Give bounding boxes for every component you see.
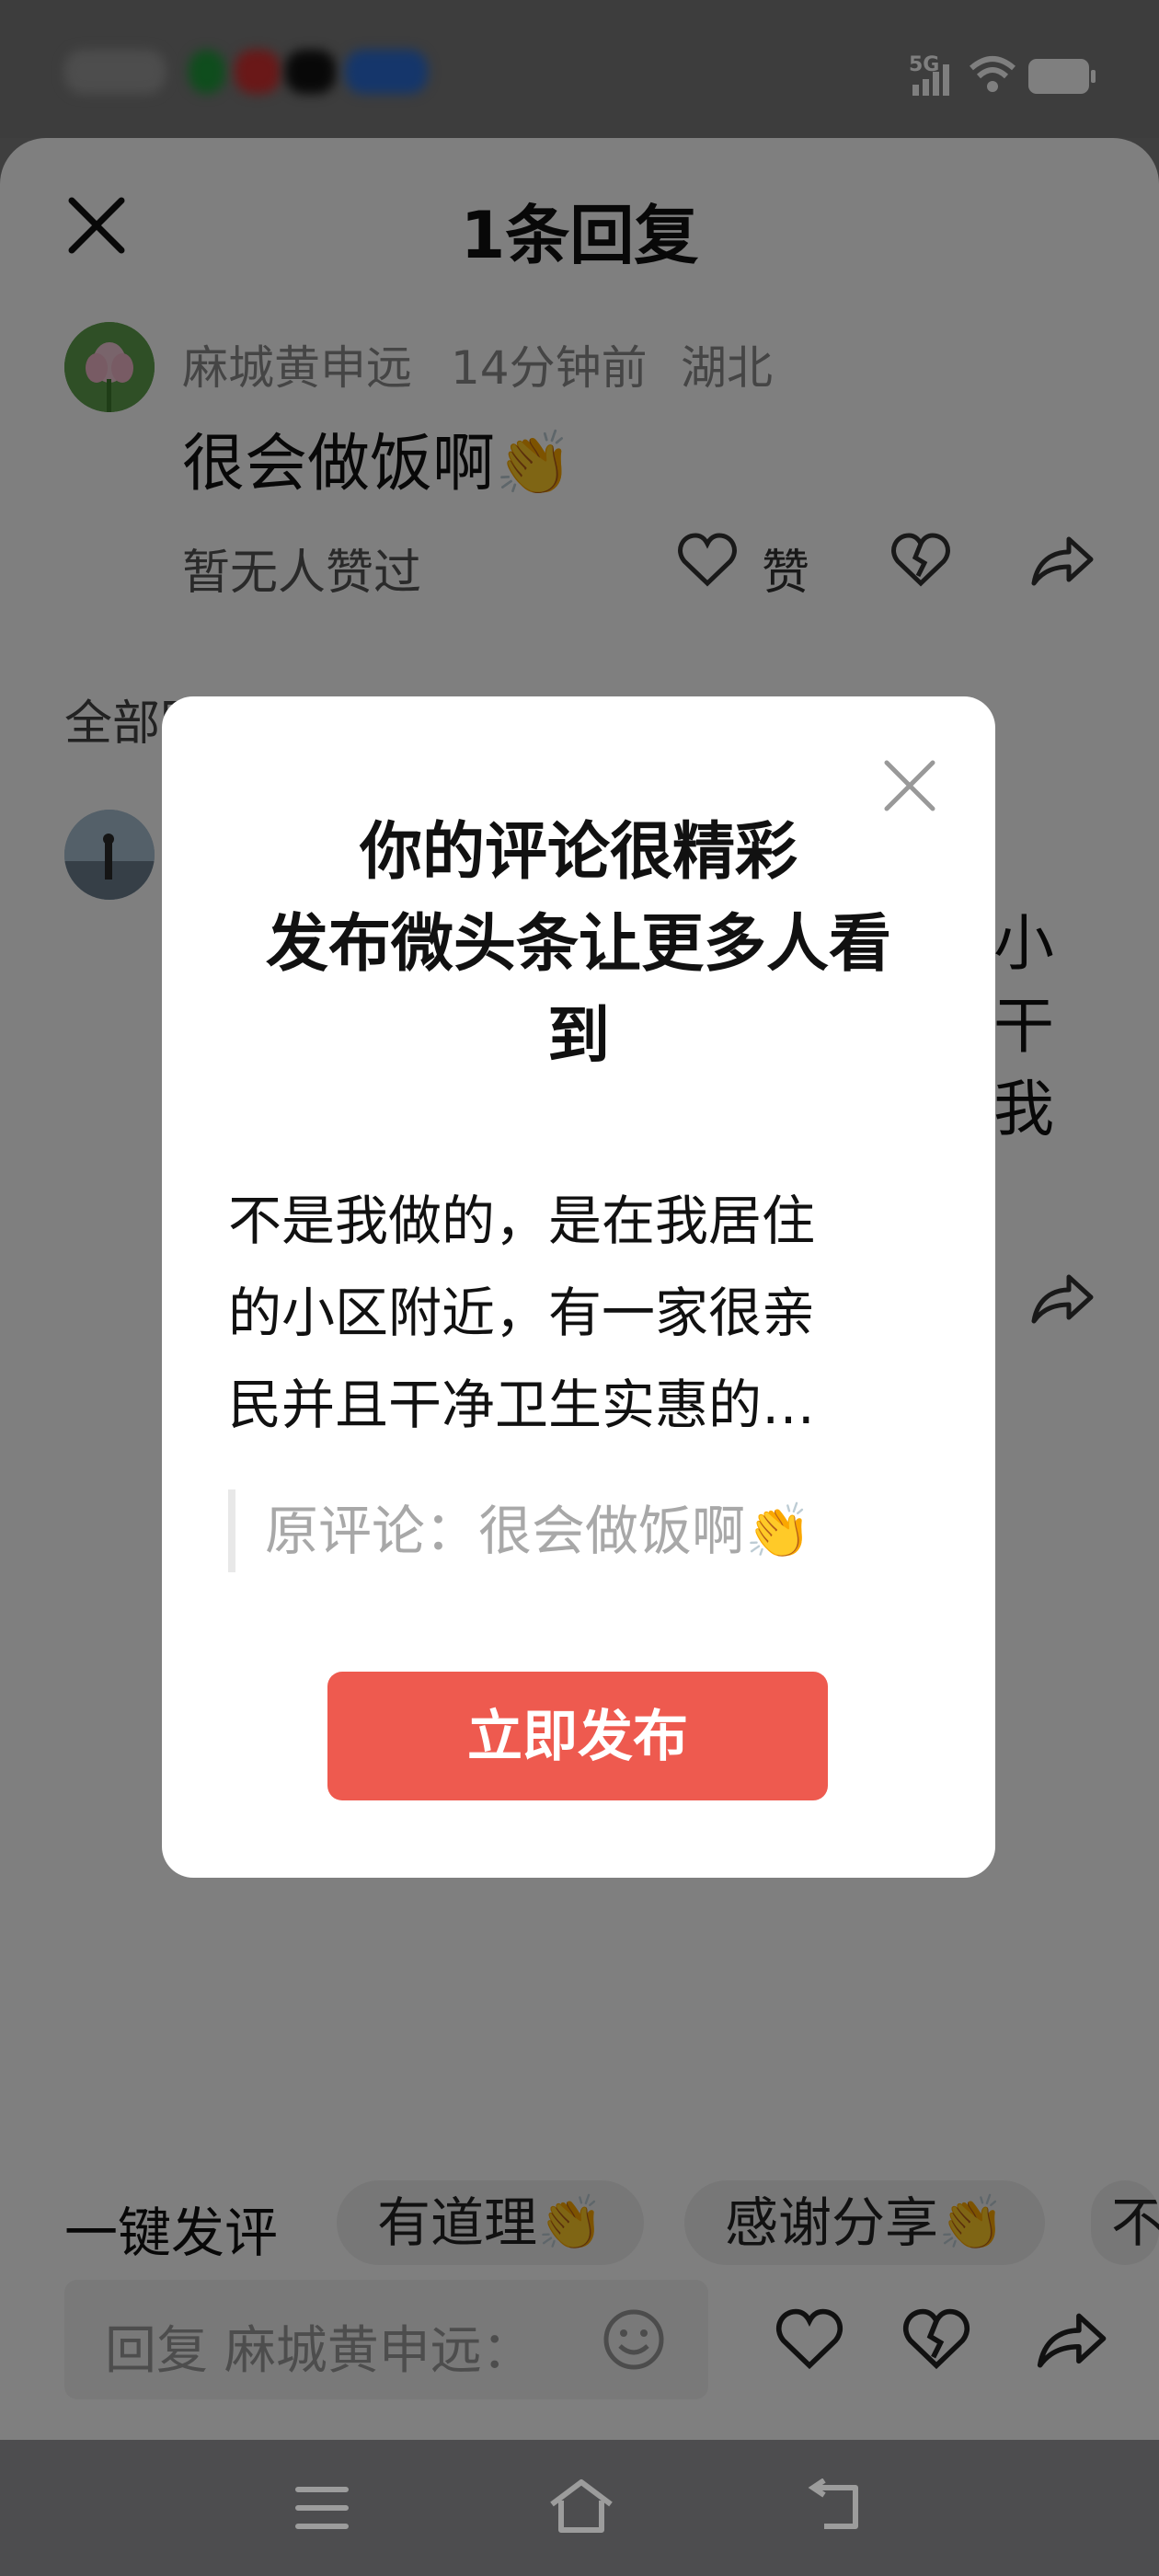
back-icon[interactable] [806,2478,865,2534]
publish-dialog: 你的评论很精彩 发布微头条让更多人看 到 不是我做的，是在我居住 的小区附近，有… [162,696,995,1878]
dialog-body-line: 不是我做的，是在我居住 [228,1190,816,1252]
home-icon[interactable] [548,2477,614,2536]
dialog-body: 不是我做的，是在我居住 的小区附近，有一家很亲 民并且干净卫生实惠的… [228,1175,900,1451]
close-icon[interactable] [881,757,938,814]
original-comment-quote: 原评论：很会做饭啊👏 [228,1489,811,1572]
menu-icon[interactable] [294,2482,350,2534]
dialog-title-line: 你的评论很精彩 [359,816,798,889]
dialog-title: 你的评论很精彩 发布微头条让更多人看 到 [162,807,995,1083]
dialog-title-line: 发布微头条让更多人看 [265,908,891,981]
dialog-title-line: 到 [546,1000,610,1073]
publish-button[interactable]: 立即发布 [327,1672,828,1800]
system-nav-bar [0,2440,1159,2576]
dialog-body-line: 民并且干净卫生实惠的… [228,1374,816,1436]
dialog-body-line: 的小区附近，有一家很亲 [228,1282,816,1344]
